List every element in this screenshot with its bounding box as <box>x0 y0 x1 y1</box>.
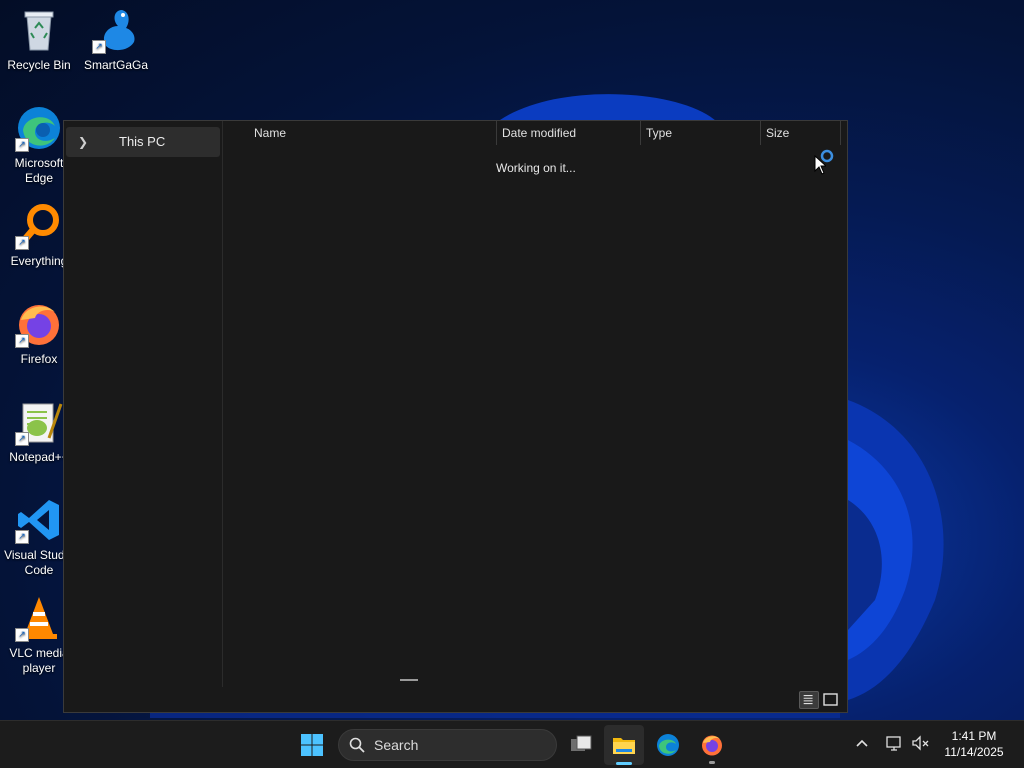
file-list[interactable]: Name Date modified Type Size Working on … <box>224 121 847 687</box>
column-divider[interactable] <box>640 121 641 145</box>
vlc-icon: ↗ <box>15 594 63 642</box>
taskbar: Search 1:41 PM 11/14/2025 <box>0 720 1024 768</box>
search-icon <box>349 737 365 753</box>
active-indicator <box>616 762 632 765</box>
file-explorer-window[interactable]: ❯ This PC Name Date modified Type Size W… <box>63 120 848 713</box>
shortcut-arrow-icon: ↗ <box>15 334 29 348</box>
network-icon[interactable] <box>884 733 904 753</box>
firefox-icon: ↗ <box>15 300 63 348</box>
task-view-icon <box>571 735 592 751</box>
clock-time: 1:41 PM <box>951 729 997 743</box>
details-view-button[interactable] <box>799 691 819 709</box>
volume-muted-icon[interactable] <box>910 733 930 753</box>
mouse-cursor-icon <box>814 155 826 175</box>
everything-icon: ↗ <box>15 202 63 250</box>
show-hidden-icons-chevron-icon[interactable] <box>852 733 872 753</box>
large-icons-view-button[interactable] <box>821 691 841 709</box>
shortcut-arrow-icon: ↗ <box>92 40 106 54</box>
column-divider[interactable] <box>840 121 841 145</box>
taskbar-edge-button[interactable] <box>648 725 688 765</box>
shortcut-arrow-icon: ↗ <box>15 530 29 544</box>
column-divider[interactable] <box>496 121 497 145</box>
desktop-icon-label: SmartGaGa <box>83 58 149 72</box>
desktop-icon-label: Recycle Bin <box>7 58 71 72</box>
details-view-icon <box>803 695 813 705</box>
shortcut-arrow-icon: ↗ <box>15 432 29 446</box>
taskbar-search-box[interactable]: Search <box>338 729 557 761</box>
shortcut-arrow-icon: ↗ <box>15 138 29 152</box>
large-icons-view-icon <box>823 693 838 706</box>
system-clock[interactable]: 1:41 PM 11/14/2025 <box>936 728 1012 760</box>
nav-item-label: This PC <box>119 134 166 149</box>
task-view-button[interactable] <box>561 725 601 765</box>
start-button[interactable] <box>292 725 332 765</box>
column-header-date-modified[interactable]: Date modified <box>502 121 640 145</box>
taskbar-firefox-button[interactable] <box>692 725 732 765</box>
vscode-icon: ↗ <box>15 496 63 544</box>
notepadpp-icon: ↗ <box>15 398 63 446</box>
navigation-pane[interactable]: ❯ This PC <box>64 121 223 687</box>
column-header-type[interactable]: Type <box>646 121 760 145</box>
shortcut-arrow-icon: ↗ <box>15 236 29 250</box>
recycle-bin-icon <box>15 6 63 54</box>
column-header-size[interactable]: Size <box>766 121 838 145</box>
chevron-right-icon[interactable]: ❯ <box>78 127 88 157</box>
edge-icon: ↗ <box>15 104 63 152</box>
edge-icon <box>657 734 679 756</box>
running-indicator <box>709 761 715 764</box>
shortcut-arrow-icon: ↗ <box>15 628 29 642</box>
horizontal-scrollbar[interactable] <box>400 679 418 681</box>
status-bar <box>64 688 847 712</box>
file-explorer-icon <box>613 738 635 754</box>
windows-logo-icon <box>301 734 323 756</box>
column-header-name[interactable]: Name <box>254 121 494 145</box>
firefox-icon <box>702 735 722 756</box>
smartgaga-icon: ↗ <box>92 6 140 54</box>
desktop-icon-recycle-bin[interactable]: Recycle Bin <box>1 6 77 73</box>
desktop-icon-smartgaga[interactable]: ↗ SmartGaGa <box>78 6 154 73</box>
taskbar-file-explorer-button[interactable] <box>604 725 644 765</box>
search-placeholder: Search <box>374 737 419 753</box>
clock-date: 11/14/2025 <box>944 745 1004 759</box>
column-divider[interactable] <box>760 121 761 145</box>
nav-item-this-pc[interactable]: ❯ This PC <box>66 127 220 157</box>
loading-status-text: Working on it... <box>496 161 576 175</box>
